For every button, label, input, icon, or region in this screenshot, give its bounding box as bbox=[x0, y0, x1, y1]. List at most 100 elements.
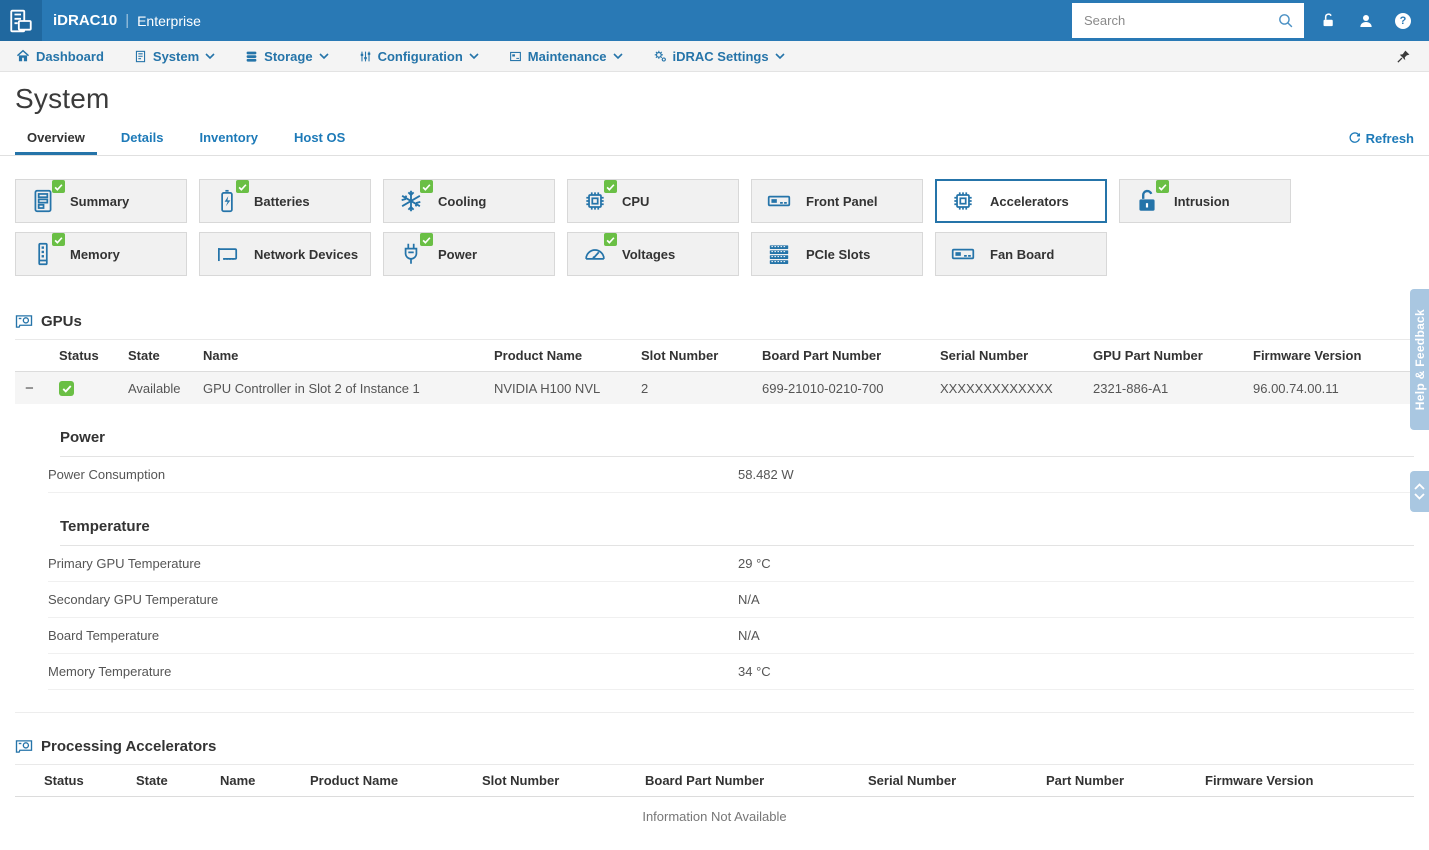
nav-item-dashboard[interactable]: Dashboard bbox=[16, 49, 104, 64]
nav-item-configuration[interactable]: Configuration bbox=[359, 49, 479, 64]
col-slot-number: Slot Number bbox=[631, 339, 752, 372]
chevron-down-icon bbox=[612, 52, 623, 60]
gpu-slot-number: 2 bbox=[631, 371, 752, 405]
check-badge bbox=[52, 180, 65, 193]
page-title: System bbox=[15, 83, 110, 114]
search-box[interactable] bbox=[1072, 3, 1304, 38]
tile-batteries[interactable]: Batteries bbox=[199, 179, 371, 223]
detail-label: Power Consumption bbox=[48, 467, 166, 483]
detail-row-primary-gpu-temperature: Primary GPU Temperature 29 °C bbox=[48, 546, 1414, 583]
tile-network-devices[interactable]: Network Devices bbox=[199, 232, 371, 276]
pa-header-row: Status State Name Product Name Slot Numb… bbox=[15, 764, 1414, 798]
nav-item-maintenance[interactable]: Maintenance bbox=[509, 49, 623, 64]
gpu-expanded-details: Power Power Consumption 58.482 W Tempera… bbox=[15, 429, 1414, 714]
gpu-table-row[interactable]: − Available GPU Controller in Slot 2 of … bbox=[15, 371, 1414, 405]
tile-label: Network Devices bbox=[254, 246, 359, 262]
tile-pcie-slots[interactable]: PCIe Slots bbox=[751, 232, 923, 276]
gpu-card-icon bbox=[15, 314, 33, 329]
nav-item-idrac-settings[interactable]: iDRAC Settings bbox=[653, 49, 785, 64]
col-product-name: Product Name bbox=[300, 764, 472, 798]
refresh-button[interactable]: Refresh bbox=[1348, 131, 1414, 155]
tile-cooling[interactable]: Cooling bbox=[383, 179, 555, 223]
processing-accelerators-section: Processing Accelerators Status State Nam… bbox=[0, 738, 1429, 836]
nav-item-storage[interactable]: Storage bbox=[245, 48, 329, 64]
tile-memory[interactable]: Memory bbox=[15, 232, 187, 276]
chevron-down-icon bbox=[775, 52, 785, 60]
temperature-section-heading: Temperature bbox=[60, 518, 1414, 547]
collapse-row-button[interactable]: − bbox=[25, 380, 34, 397]
detail-row-memory-temperature: Memory Temperature 34 °C bbox=[48, 654, 1414, 691]
tile-label: Front Panel bbox=[806, 193, 878, 209]
tile-fan-board[interactable]: Fan Board bbox=[935, 232, 1107, 276]
processing-accelerators-title: Processing Accelerators bbox=[41, 738, 217, 756]
pa-empty-row: Information Not Available bbox=[15, 797, 1414, 837]
tile-label: Cooling bbox=[438, 193, 487, 209]
processing-accelerators-table: Status State Name Product Name Slot Numb… bbox=[15, 764, 1414, 836]
help-feedback-tab[interactable]: Help & Feedback bbox=[1410, 289, 1429, 430]
refresh-icon bbox=[1348, 132, 1361, 145]
detail-value: N/A bbox=[738, 592, 760, 608]
col-product-name: Product Name bbox=[484, 339, 631, 372]
nav-label: Maintenance bbox=[527, 48, 607, 64]
gpu-name: GPU Controller in Slot 2 of Instance 1 bbox=[193, 371, 484, 405]
scroll-up-icon[interactable] bbox=[1414, 483, 1425, 490]
tab-bar: Overview Details Inventory Host OS Refre… bbox=[0, 121, 1429, 156]
detail-label: Memory Temperature bbox=[48, 664, 172, 680]
tile-power[interactable]: Power bbox=[383, 232, 555, 276]
refresh-label: Refresh bbox=[1365, 131, 1414, 146]
nav-item-system[interactable]: System bbox=[134, 49, 215, 64]
tab-inventory[interactable]: Inventory bbox=[187, 121, 270, 155]
tile-label: Memory bbox=[70, 246, 120, 262]
search-icon[interactable] bbox=[1277, 12, 1294, 29]
tile-label: Fan Board bbox=[990, 246, 1055, 262]
unlock-icon[interactable] bbox=[1320, 12, 1337, 29]
maintenance-icon bbox=[509, 50, 522, 63]
gpus-header-row: Status State Name Product Name Slot Numb… bbox=[15, 339, 1414, 372]
tile-label: Accelerators bbox=[990, 193, 1069, 209]
tile-label: Power bbox=[438, 246, 478, 262]
detail-value: 34 °C bbox=[738, 664, 771, 680]
tile-label: Summary bbox=[70, 193, 130, 209]
col-name: Name bbox=[210, 764, 300, 798]
home-icon bbox=[16, 49, 30, 63]
pin-icon[interactable] bbox=[1396, 49, 1411, 64]
col-firmware-version: Firmware Version bbox=[1243, 339, 1414, 372]
user-icon[interactable] bbox=[1358, 13, 1374, 29]
tab-host-os[interactable]: Host OS bbox=[282, 121, 357, 155]
tile-label: Intrusion bbox=[1174, 193, 1230, 209]
gpu-board-part-number: 699-21010-0210-700 bbox=[752, 371, 930, 405]
nav-label: iDRAC Settings bbox=[672, 48, 769, 64]
search-input[interactable] bbox=[1082, 12, 1277, 29]
scroll-tab[interactable] bbox=[1410, 471, 1429, 512]
idrac-logo[interactable] bbox=[0, 0, 42, 41]
help-icon[interactable]: ? bbox=[1395, 12, 1411, 29]
tile-label: PCIe Slots bbox=[806, 246, 871, 262]
check-badge bbox=[52, 233, 65, 246]
tab-overview[interactable]: Overview bbox=[15, 121, 97, 155]
check-badge bbox=[604, 233, 617, 246]
nic-icon bbox=[214, 241, 240, 267]
tile-summary[interactable]: Summary bbox=[15, 179, 187, 223]
tile-accelerators[interactable]: Accelerators bbox=[935, 179, 1107, 223]
scroll-down-icon[interactable] bbox=[1414, 493, 1425, 500]
col-status: Status bbox=[15, 764, 126, 798]
gpus-title: GPUs bbox=[41, 313, 82, 330]
gear-icon bbox=[653, 49, 667, 63]
col-expand bbox=[15, 339, 49, 372]
nav-label: Storage bbox=[264, 48, 313, 64]
detail-label: Board Temperature bbox=[48, 628, 160, 644]
col-serial-number: Serial Number bbox=[930, 339, 1083, 372]
tile-intrusion[interactable]: Intrusion bbox=[1119, 179, 1291, 223]
gpu-state: Available bbox=[118, 371, 193, 405]
check-badge bbox=[1156, 180, 1169, 193]
gpu-part-number: 2321-886-A1 bbox=[1083, 371, 1243, 405]
power-section-heading: Power bbox=[60, 429, 1414, 458]
server-logo-icon bbox=[8, 8, 34, 34]
slots-icon bbox=[766, 241, 792, 267]
tile-cpu[interactable]: CPU bbox=[567, 179, 739, 223]
tab-details[interactable]: Details bbox=[109, 121, 176, 155]
col-serial-number: Serial Number bbox=[858, 764, 1036, 798]
gpus-section: GPUs Status State Name Product Name Slot… bbox=[0, 313, 1429, 714]
tile-front-panel[interactable]: Front Panel bbox=[751, 179, 923, 223]
tile-voltages[interactable]: Voltages bbox=[567, 232, 739, 276]
